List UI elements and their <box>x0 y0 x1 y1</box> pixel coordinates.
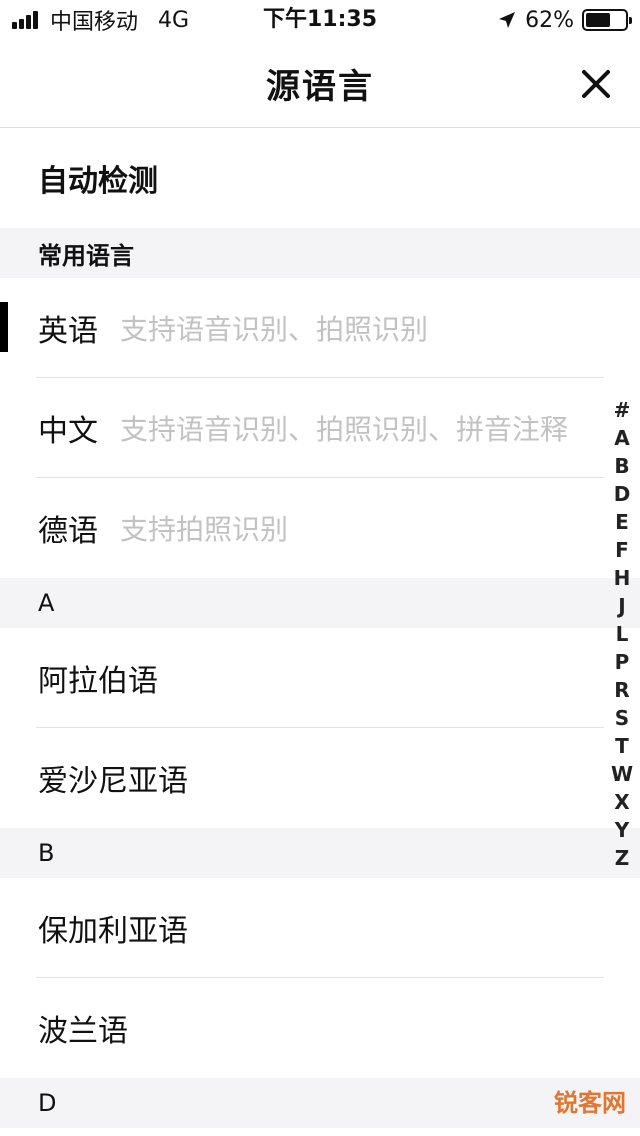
index-letter[interactable]: J <box>618 592 625 620</box>
watermark-logo: 锐客网 <box>554 1089 626 1117</box>
language-hint: 支持语音识别、拍照识别 <box>120 313 429 346</box>
language-hint: 支持语音识别、拍照识别、拼音注释 <box>120 413 569 446</box>
language-name: 英语 <box>38 314 98 349</box>
status-right: 62% <box>497 0 632 40</box>
index-letter[interactable]: D <box>614 480 631 508</box>
language-name: 保加利亚语 <box>38 914 188 949</box>
network-type: 4G <box>158 7 190 33</box>
index-letter[interactable]: H <box>614 564 631 592</box>
section-header-a: A <box>0 578 640 628</box>
language-item-estonian[interactable]: 爱沙尼亚语 <box>0 728 640 828</box>
language-name: 爱沙尼亚语 <box>38 764 188 799</box>
index-letter[interactable]: Y <box>615 816 629 844</box>
language-name: 中文 <box>38 414 98 449</box>
index-letter[interactable]: P <box>615 648 630 676</box>
index-letter[interactable]: # <box>614 396 631 424</box>
language-hint: 支持拍照识别 <box>120 513 289 546</box>
language-name: 波兰语 <box>38 1014 128 1049</box>
battery-fill <box>586 13 610 27</box>
close-icon[interactable] <box>576 64 616 104</box>
language-item-bulgarian[interactable]: 保加利亚语 <box>0 878 640 978</box>
section-header-common: 常用语言 <box>0 228 640 278</box>
battery-percent: 62% <box>525 7 574 33</box>
section-header-b: B <box>0 828 640 878</box>
page-title: 源语言 <box>266 67 374 107</box>
index-letter[interactable]: Z <box>615 844 630 872</box>
alphabet-index-bar[interactable]: # A B D E F H J L P R S T W X Y Z <box>610 396 634 872</box>
index-letter[interactable]: X <box>614 788 629 816</box>
index-letter[interactable]: A <box>614 424 629 452</box>
index-letter[interactable]: R <box>614 676 629 704</box>
carrier-name: 中国移动 <box>50 10 139 35</box>
index-letter[interactable]: B <box>614 452 629 480</box>
nav-bar: 源语言 <box>0 40 640 128</box>
language-item-polish[interactable]: 波兰语 <box>0 978 640 1078</box>
index-letter[interactable]: F <box>615 536 629 564</box>
index-letter[interactable]: W <box>611 760 633 788</box>
index-letter[interactable]: T <box>615 732 629 760</box>
location-arrow-icon <box>499 12 516 28</box>
index-letter[interactable]: S <box>615 704 629 732</box>
language-name: 德语 <box>38 514 98 549</box>
index-letter[interactable]: L <box>616 620 629 648</box>
language-item-arabic[interactable]: 阿拉伯语 <box>0 628 640 728</box>
selected-marker <box>0 302 8 352</box>
battery-icon <box>582 9 632 31</box>
index-letter[interactable]: E <box>615 508 629 536</box>
language-item-english[interactable]: 英语 支持语音识别、拍照识别 <box>0 278 640 378</box>
language-name: 阿拉伯语 <box>38 664 158 699</box>
language-list: 自动检测 常用语言 英语 支持语音识别、拍照识别 中文 支持语音识别、拍照识别、… <box>0 128 640 1128</box>
auto-detect-item[interactable]: 自动检测 <box>0 128 640 228</box>
signal-icon <box>12 11 40 29</box>
status-bar: 中国移动 4G 下午11:35 62% <box>0 0 640 40</box>
status-left: 中国移动 4G <box>12 0 189 40</box>
language-item-chinese[interactable]: 中文 支持语音识别、拍照识别、拼音注释 <box>0 378 640 478</box>
language-item-german[interactable]: 德语 支持拍照识别 <box>0 478 640 578</box>
section-header-d: D <box>0 1078 640 1128</box>
